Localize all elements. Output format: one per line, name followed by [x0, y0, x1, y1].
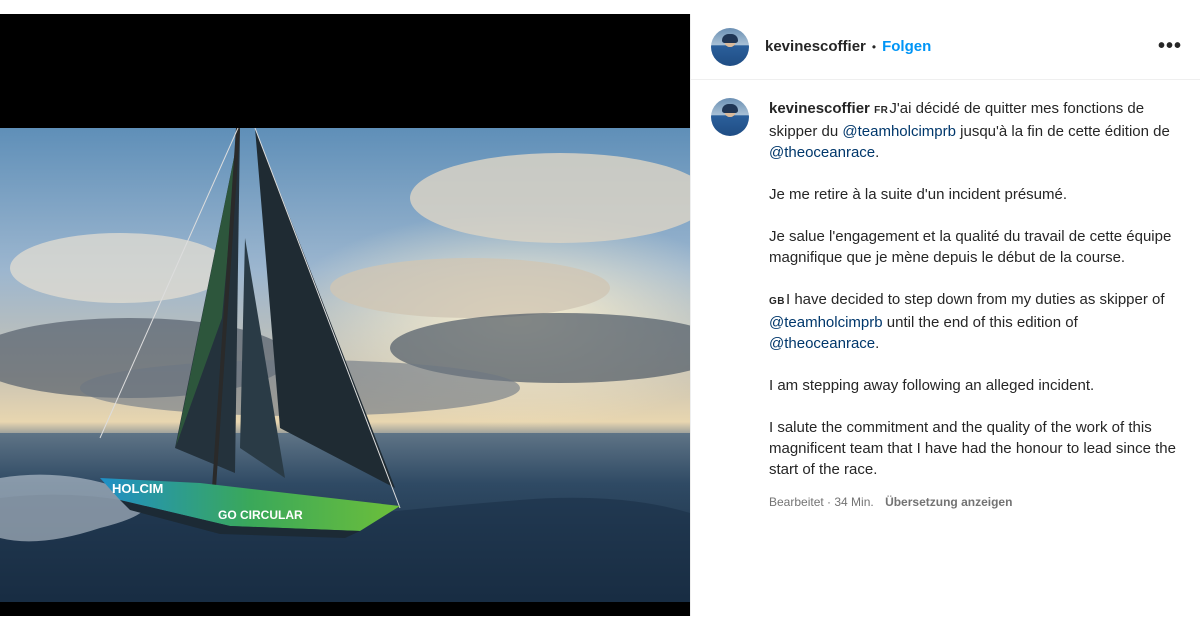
media-letterbox	[0, 14, 690, 128]
post-side-panel: kevinescoffier • Folgen ••• kevinescoffi…	[690, 14, 1200, 616]
caption-meta: Bearbeitet · 34 Min. Übersetzung anzeige…	[769, 492, 1179, 513]
caption-text: .	[875, 335, 880, 352]
caption-paragraph-fr-1: kevinescoffier FRJ'ai décidé de quitter …	[769, 98, 1179, 163]
follow-button[interactable]: Folgen	[882, 38, 931, 55]
mention-link[interactable]: @teamholcimprb	[769, 314, 883, 331]
caption-avatar[interactable]	[711, 98, 749, 136]
caption-paragraph-en-3: I salute the commitment and the quality …	[769, 419, 1176, 478]
more-options-icon[interactable]: •••	[1158, 35, 1182, 58]
sailboat-illustration: HOLCIM GO CIRCULAR	[0, 128, 690, 602]
gb-flag-icon: GB	[769, 296, 785, 307]
caption-body: kevinescoffier FRJ'ai décidé de quitter …	[769, 98, 1179, 513]
caption: kevinescoffier FRJ'ai décidé de quitter …	[691, 80, 1200, 513]
caption-username[interactable]: kevinescoffier	[769, 100, 870, 117]
caption-text: .	[875, 144, 880, 161]
caption-paragraph-fr-3: Je salue l'engagement et la qualité du t…	[769, 228, 1172, 266]
post-header: kevinescoffier • Folgen •••	[691, 14, 1200, 80]
mention-link[interactable]: @teamholcimprb	[842, 123, 956, 140]
show-translation-link[interactable]: Übersetzung anzeigen	[885, 495, 1012, 509]
fr-flag-icon: FR	[874, 105, 889, 116]
hull-text-holcim: HOLCIM	[112, 481, 163, 496]
caption-text: I have decided to step down from my duti…	[786, 291, 1165, 308]
post-media[interactable]: HOLCIM GO CIRCULAR	[0, 14, 690, 616]
hull-text-go-circular: GO CIRCULAR	[218, 508, 303, 522]
mention-link[interactable]: @theoceanrace	[769, 144, 875, 161]
post-photo: HOLCIM GO CIRCULAR	[0, 128, 690, 602]
caption-paragraph-fr-2: Je me retire à la suite d'un incident pr…	[769, 186, 1068, 203]
mention-link[interactable]: @theoceanrace	[769, 335, 875, 352]
separator-dot: •	[871, 39, 877, 54]
caption-paragraph-en-2: I am stepping away following an alleged …	[769, 377, 1095, 394]
caption-text: jusqu'à la fin de cette édition de	[955, 123, 1170, 140]
caption-text: until the end of this edition of	[882, 314, 1078, 331]
avatar[interactable]	[711, 27, 749, 66]
caption-paragraph-en-1: GBI have decided to step down from my du…	[769, 289, 1179, 354]
author-username[interactable]: kevinescoffier	[765, 38, 866, 55]
edited-timestamp: Bearbeitet · 34 Min.	[769, 495, 874, 509]
